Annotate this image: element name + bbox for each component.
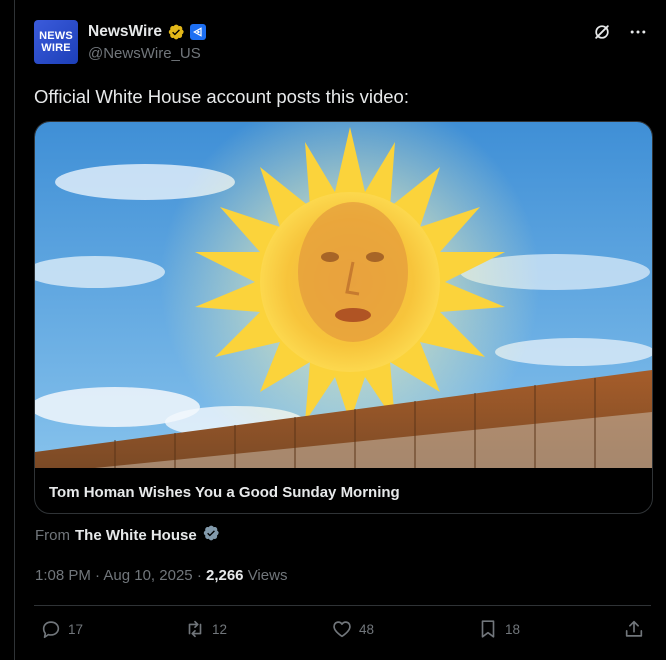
view-count: 2,266 — [205, 567, 244, 584]
repost-count: 12 — [212, 621, 228, 637]
bookmark-count: 18 — [505, 621, 521, 637]
avatar-text-line1: NEWS — [39, 30, 73, 42]
author-handle[interactable]: @NewsWire_US — [88, 45, 201, 62]
share-icon — [625, 620, 643, 637]
bookmark-button[interactable]: 18 — [477, 618, 520, 640]
top-actions — [592, 22, 648, 42]
repost-icon — [188, 620, 202, 638]
repost-button[interactable]: 12 — [184, 618, 227, 640]
gray-verified-badge-icon — [202, 524, 220, 546]
views-label: Views — [247, 567, 288, 584]
tweet-date[interactable]: Aug 10, 2025 — [103, 567, 192, 584]
divider — [34, 605, 651, 606]
avatar-text-line2: WIRE — [41, 42, 71, 54]
source-prefix: From — [35, 526, 70, 544]
tweet-time[interactable]: 1:08 PM — [35, 567, 91, 584]
video-thumbnail[interactable] — [35, 122, 652, 472]
more-options-icon[interactable] — [628, 22, 648, 42]
tweet-text: Official White House account posts this … — [34, 86, 409, 107]
like-button[interactable]: 48 — [331, 618, 374, 640]
grok-icon[interactable] — [592, 22, 612, 42]
source-name[interactable]: The White House — [75, 527, 197, 544]
reply-button[interactable]: 17 — [40, 618, 83, 640]
share-button[interactable] — [623, 618, 645, 640]
author-name[interactable]: NewsWire — [88, 23, 162, 41]
bookmark-icon — [481, 620, 495, 638]
reply-count: 17 — [68, 621, 84, 637]
meta-separator: · — [196, 567, 202, 584]
gold-verified-badge-icon[interactable] — [167, 23, 185, 41]
reply-icon — [42, 621, 60, 639]
source-attribution: From The White House — [35, 524, 220, 546]
affiliate-badge-icon[interactable] — [189, 24, 206, 40]
action-bar: 17 12 48 18 — [34, 618, 651, 646]
video-card[interactable]: Tom Homan Wishes You a Good Sunday Morni… — [34, 121, 653, 514]
heart-icon — [333, 621, 351, 638]
like-count: 48 — [359, 621, 375, 637]
tweet-meta: 1:08 PM · Aug 10, 2025 · 2,266 Views — [35, 567, 287, 584]
card-title[interactable]: Tom Homan Wishes You a Good Sunday Morni… — [49, 484, 400, 501]
meta-separator: · — [95, 567, 101, 584]
avatar[interactable]: NEWS WIRE — [34, 20, 78, 64]
video-frame-illustration — [35, 122, 652, 472]
author-row: NewsWire — [88, 23, 206, 41]
